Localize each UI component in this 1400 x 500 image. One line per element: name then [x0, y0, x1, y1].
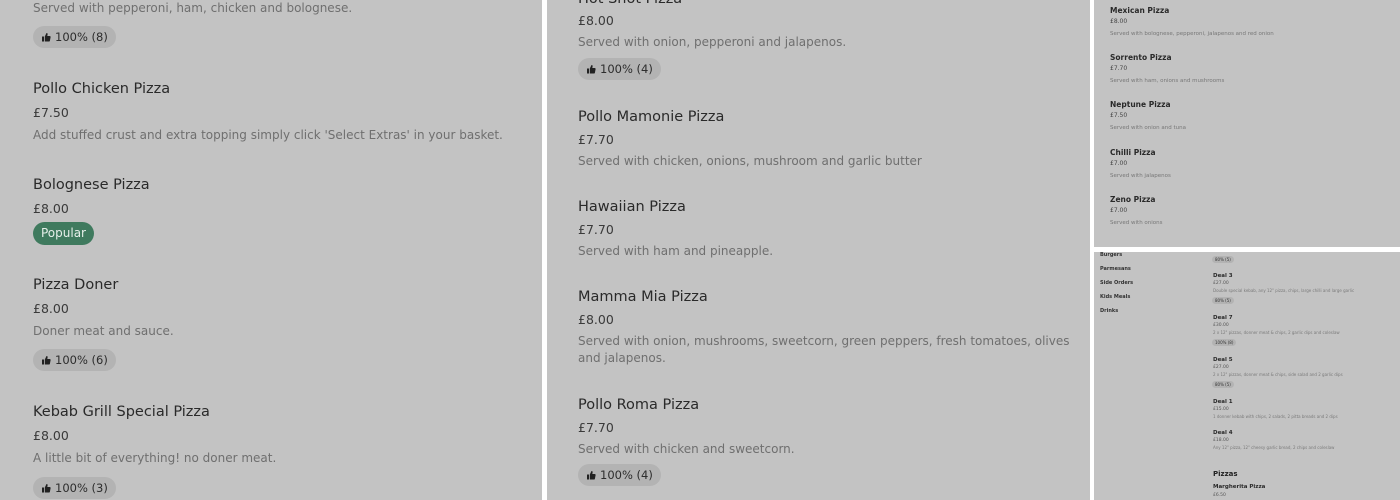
item-description: Doner meat and sauce. [33, 324, 174, 338]
item-price: £8.00 [33, 201, 69, 216]
item-price: £18.00 [1213, 438, 1229, 443]
item-description: Served with onion, mushrooms, sweetcorn,… [578, 334, 1070, 365]
item-name: Deal 1 [1213, 399, 1233, 405]
rating-badge: 100% (4) [578, 58, 661, 80]
item-name: Pizza Doner [33, 277, 119, 293]
rating-badge: 80% (5) [1212, 297, 1234, 304]
item-price: £30.00 [1213, 323, 1229, 328]
item-price: £7.00 [1110, 160, 1128, 167]
item-description: 2 x 12" pizzas, donner meat & chips, 2 g… [1213, 330, 1340, 335]
item-price: £7.00 [1110, 207, 1128, 214]
item-price: £7.50 [1110, 112, 1128, 119]
item-description: Served with ham and pineapple. [578, 244, 774, 258]
rating-text: 100% (6) [55, 353, 108, 367]
item-price: £7.70 [578, 222, 614, 237]
item-price: £8.00 [578, 312, 614, 327]
item-name: Mexican Pizza [1110, 6, 1170, 15]
item-description: Served with onion, pepperoni and jalapen… [578, 35, 847, 49]
section-title: Pizzas [1213, 470, 1238, 478]
item-name: Zeno Pizza [1110, 195, 1156, 204]
item-price: £8.00 [33, 301, 69, 316]
thumbs-up-icon [41, 483, 51, 493]
rating-badge: 100% (6) [33, 349, 116, 371]
rating-text: 100% (4) [600, 468, 653, 482]
category-link-drinks[interactable]: Drinks [1100, 308, 1118, 314]
thumbs-up-icon [41, 32, 51, 42]
item-description: Served with ham, onions and mushrooms [1110, 78, 1225, 84]
menu-panel-bottom-right: Burgers Parmesans Side Orders Kids Meals… [1094, 252, 1400, 500]
item-description: Add stuffed crust and extra topping simp… [33, 128, 503, 142]
item-name: Margherita Pizza [1213, 484, 1266, 490]
category-link-burgers[interactable]: Burgers [1100, 252, 1122, 258]
item-price: £8.00 [1110, 18, 1128, 25]
item-name: Deal 4 [1213, 430, 1233, 436]
item-name: Mamma Mia Pizza [578, 289, 708, 305]
item-name: Bolognese Pizza [33, 177, 150, 193]
item-price: £27.00 [1213, 365, 1229, 370]
rating-text: 100% (4) [600, 62, 653, 76]
item-price: £8.00 [33, 428, 69, 443]
category-link-side-orders[interactable]: Side Orders [1100, 280, 1133, 286]
rating-badge: 100% (8) [1212, 339, 1237, 346]
item-price: £27.00 [1213, 281, 1229, 286]
item-name: Hawaiian Pizza [578, 199, 686, 215]
item-name: Chilli Pizza [1110, 148, 1156, 157]
rating-text: 100% (8) [55, 30, 108, 44]
item-name: Deal 3 [1213, 273, 1233, 279]
item-description: Served with bolognese, pepperoni, jalape… [1110, 31, 1274, 37]
item-price: £7.70 [1110, 65, 1128, 72]
rating-badge: 80% (5) [1212, 256, 1234, 263]
popular-badge: Popular [33, 222, 94, 245]
item-description: Served with chicken and sweetcorn. [578, 442, 795, 456]
item-price: £7.50 [33, 105, 69, 120]
item-price: £6.50 [1213, 493, 1226, 498]
item-name: Neptune Pizza [1110, 100, 1171, 109]
item-price: £7.70 [578, 132, 614, 147]
item-description: Any 12" pizza, 12" cheesy garlic bread, … [1213, 445, 1335, 450]
item-price: £15.00 [1213, 407, 1229, 412]
menu-panel-middle: Hot Shot Pizza £8.00 Served with onion, … [547, 0, 1090, 500]
item-name: Hot Shot Pizza [578, 0, 682, 8]
item-description: Served with jalapenos [1110, 173, 1171, 179]
item-name: Kebab Grill Special Pizza [33, 404, 210, 420]
item-name: Pollo Chicken Pizza [33, 81, 171, 97]
item-description: Served with chicken, onions, mushroom an… [578, 154, 922, 168]
category-link-parmesans[interactable]: Parmesans [1100, 266, 1131, 272]
item-name: Pollo Mamonie Pizza [578, 109, 725, 125]
rating-badge: 80% (5) [1212, 381, 1234, 388]
item-description: 1 donner kebab with chips, 2 salads, 2 p… [1213, 414, 1338, 419]
thumbs-up-icon [586, 470, 596, 480]
item-price: £7.70 [578, 420, 614, 435]
item-description: Served with onions [1110, 220, 1163, 226]
item-price: £8.00 [578, 13, 614, 28]
item-name: Deal 5 [1213, 357, 1233, 363]
rating-badge: 100% (4) [578, 464, 661, 486]
thumbs-up-icon [586, 64, 596, 74]
menu-panel-left: Served with pepperoni, ham, chicken and … [0, 0, 542, 500]
thumbs-up-icon [41, 355, 51, 365]
category-link-kids-meals[interactable]: Kids Meals [1100, 294, 1130, 300]
item-description: A little bit of everything! no doner mea… [33, 451, 277, 465]
item-description: 2 x 12" pizzas, donner meat & chips, sid… [1213, 372, 1343, 377]
item-name: Deal 7 [1213, 315, 1233, 321]
menu-panel-top-right: Mexican Pizza £8.00 Served with bolognes… [1094, 0, 1400, 247]
rating-badge: 100% (3) [33, 477, 116, 499]
rating-badge: 100% (8) [33, 26, 116, 48]
item-description: Served with pepperoni, ham, chicken and … [33, 1, 353, 15]
item-name: Sorrento Pizza [1110, 53, 1172, 62]
item-name: Pollo Roma Pizza [578, 397, 700, 413]
rating-text: 100% (3) [55, 481, 108, 495]
item-description: Served with onion and tuna [1110, 125, 1187, 131]
item-description: Double special kebab, any 12" pizza, chi… [1213, 288, 1355, 293]
